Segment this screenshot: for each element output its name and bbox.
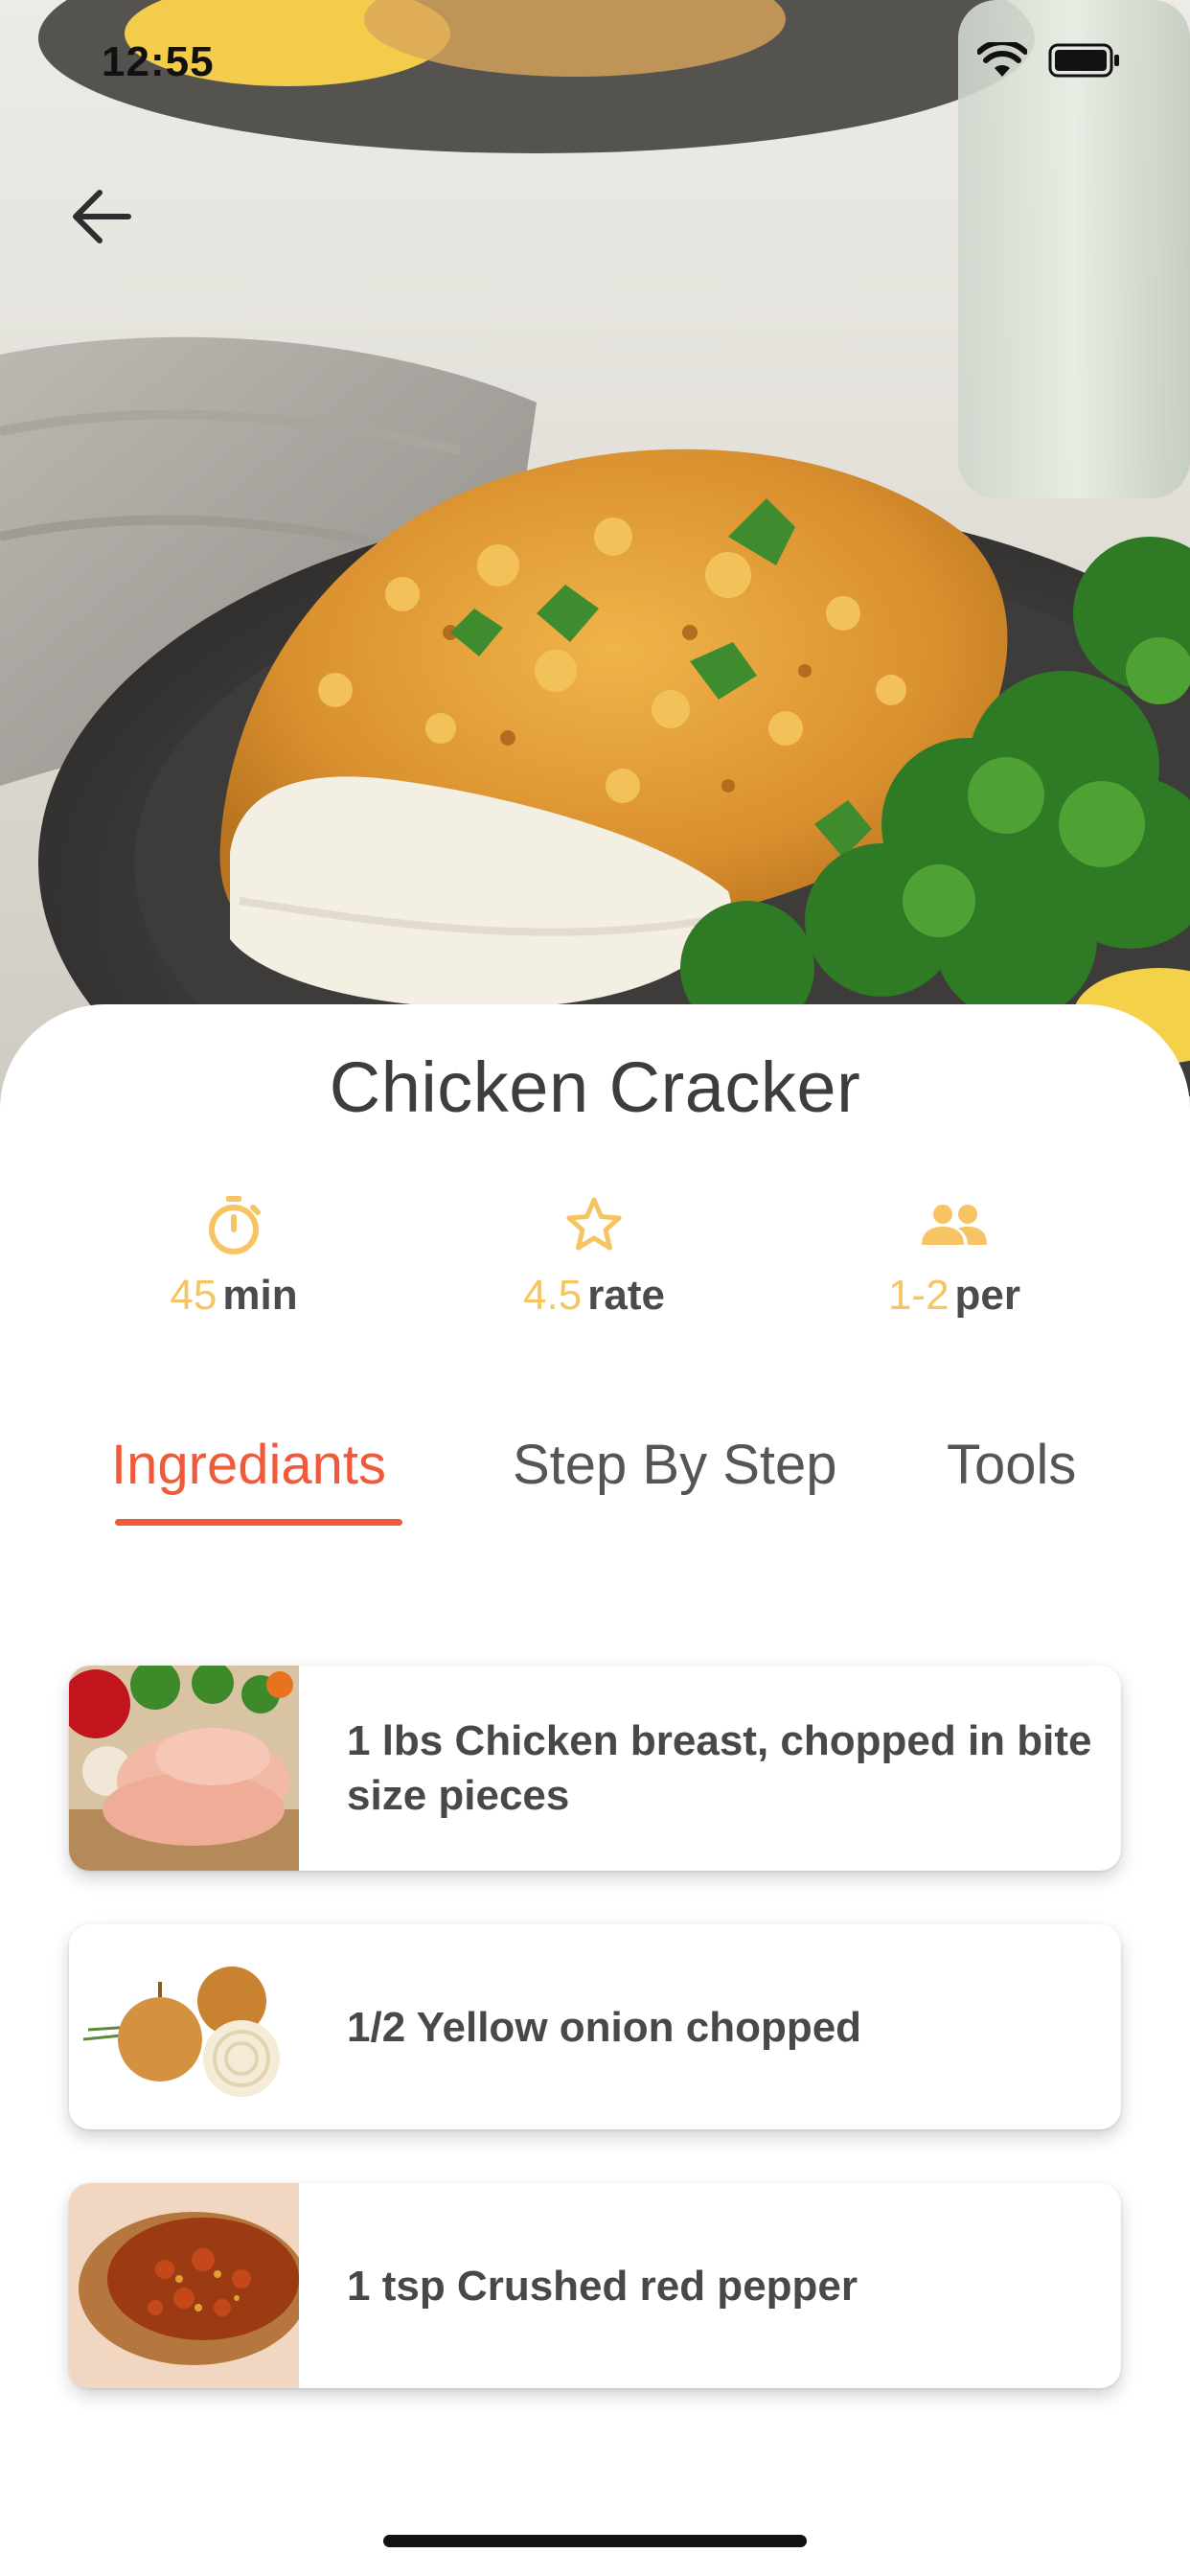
stat-time-value: 45	[170, 1272, 217, 1319]
ingredient-text: 1 lbs Chicken breast, chopped in bite si…	[347, 1717, 1092, 1819]
people-icon	[922, 1205, 987, 1245]
active-tab-indicator	[115, 1519, 402, 1526]
battery-icon	[1048, 43, 1119, 78]
tab-tools[interactable]: Tools	[947, 1433, 1076, 1497]
stat-rating-unit: rate	[587, 1272, 665, 1319]
back-button[interactable]	[59, 174, 144, 259]
ingredient-list: 1 lbs Chicken breast, chopped in bite si…	[69, 1666, 1121, 2442]
status-time: 12:55	[102, 38, 215, 85]
ingredient-text: 1/2 Yellow onion chopped	[347, 2003, 862, 2051]
star-outline-icon	[566, 1197, 622, 1251]
red-pepper-flakes-image	[69, 2183, 299, 2388]
recipe-hero-image	[0, 0, 1190, 1112]
ingredient-item[interactable]: 1 lbs Chicken breast, chopped in bite si…	[69, 1666, 1121, 1871]
tab-step-by-step[interactable]: Step By Step	[513, 1433, 837, 1497]
ingredient-item[interactable]: 1/2 Yellow onion chopped	[69, 1924, 1121, 2129]
tab-ingredients[interactable]: Ingrediants	[111, 1433, 386, 1497]
arrow-left-icon	[73, 190, 131, 243]
ingredient-item[interactable]: 1 tsp Crushed red pepper	[69, 2183, 1121, 2388]
stat-servings-value: 1-2	[887, 1272, 950, 1319]
stat-rating: 4.5 rate	[450, 1193, 738, 1320]
status-bar: 12:55	[0, 0, 1190, 129]
recipe-stats: 45 min 4.5 rate 1-2 per	[0, 1193, 1190, 1320]
stat-servings: 1-2 per	[811, 1193, 1098, 1320]
stat-time: 45 min	[90, 1193, 378, 1320]
onion-image	[69, 1924, 299, 2129]
ingredient-text: 1 tsp Crushed red pepper	[347, 2262, 858, 2310]
stat-rating-value: 4.5	[523, 1272, 583, 1319]
wifi-icon	[977, 42, 1027, 77]
stat-time-unit: min	[222, 1272, 298, 1319]
stat-servings-unit: per	[954, 1272, 1021, 1319]
home-indicator	[383, 2535, 807, 2547]
stopwatch-icon	[209, 1196, 261, 1254]
recipe-title: Chicken Cracker	[329, 1047, 861, 1127]
chicken-breast-image	[69, 1666, 299, 1871]
